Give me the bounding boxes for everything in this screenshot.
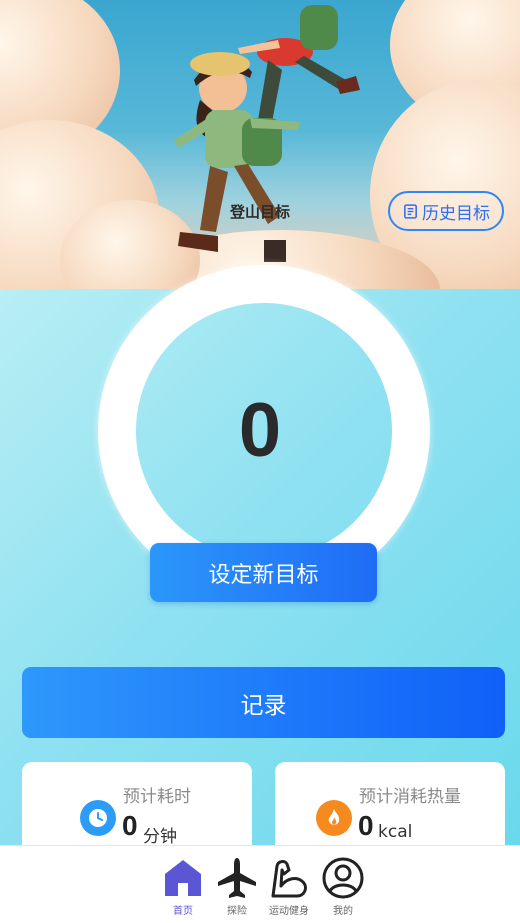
tab-explore-label: 探险 xyxy=(227,906,247,917)
estimated-time-label: 预计耗时 xyxy=(123,787,191,807)
estimated-calories-unit: kcal xyxy=(378,822,413,842)
estimated-time-value: 0 xyxy=(122,810,138,841)
hiking-children-illustration xyxy=(174,5,360,262)
estimated-time-unit: 分钟 xyxy=(143,827,177,847)
tab-profile-label: 我的 xyxy=(333,906,353,917)
tab-home-label: 首页 xyxy=(173,906,193,917)
tab-fitness[interactable]: 运动健身 xyxy=(262,856,316,917)
home-icon xyxy=(165,860,201,896)
goal-panel: 0 设定新目标 记录 预计耗时 0 分钟 预计消耗热量 0 kcal xyxy=(0,265,520,862)
tab-profile[interactable]: 我的 xyxy=(316,856,370,917)
tab-explore[interactable]: 探险 xyxy=(210,856,264,917)
fire-icon xyxy=(316,800,352,836)
history-goals-button[interactable]: 历史目标 xyxy=(388,191,504,231)
user-icon xyxy=(322,857,364,899)
muscle-icon xyxy=(271,860,307,898)
bottom-tab-bar: 首页 探险 运动健身 我的 xyxy=(0,845,520,923)
estimated-calories-value: 0 xyxy=(358,810,374,841)
clock-icon xyxy=(80,800,116,836)
airplane-icon xyxy=(218,858,256,898)
document-icon xyxy=(404,203,417,219)
record-button[interactable]: 记录 xyxy=(22,667,505,738)
goal-value: 0 xyxy=(238,388,282,473)
history-goals-label: 历史目标 xyxy=(422,203,490,224)
set-new-goal-button[interactable]: 设定新目标 xyxy=(150,543,377,602)
tab-fitness-label: 运动健身 xyxy=(269,906,309,917)
tab-home[interactable]: 首页 xyxy=(156,856,210,917)
page-title: 登山目标 xyxy=(230,203,291,221)
hero-banner: 登山目标 历史目标 xyxy=(0,0,520,289)
estimated-calories-label: 预计消耗热量 xyxy=(359,787,461,807)
